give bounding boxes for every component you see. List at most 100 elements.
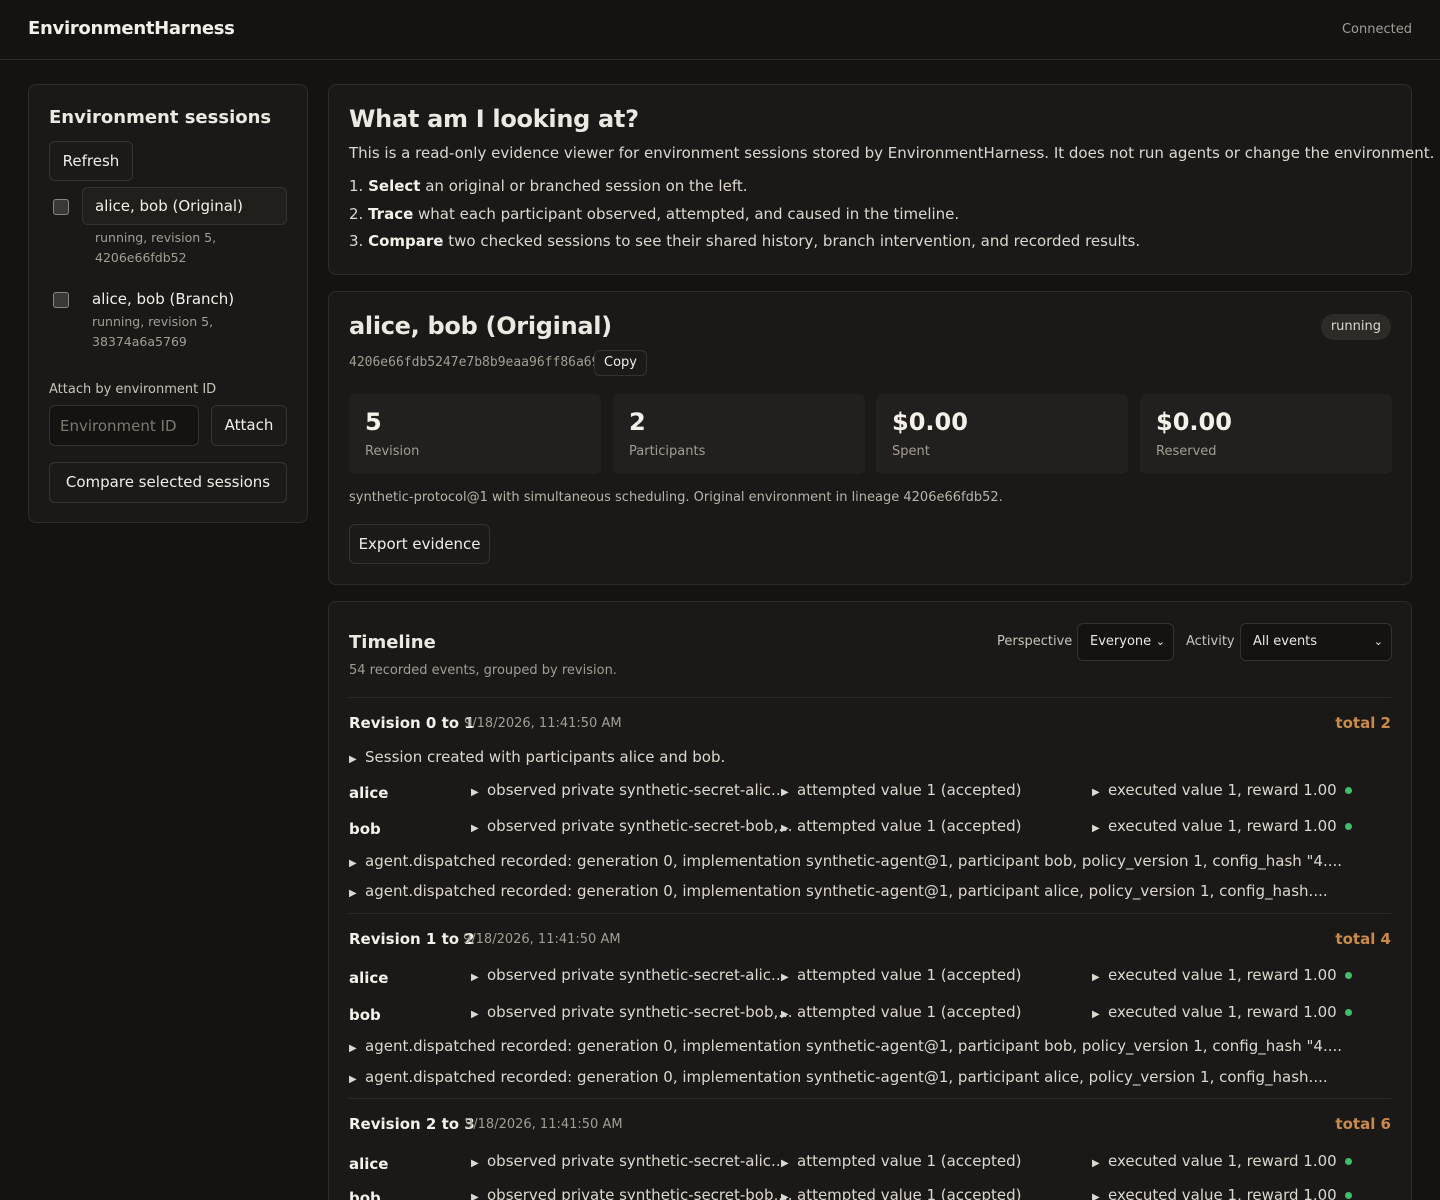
executed-event[interactable]: ▶ executed value 1, reward 1.00: [1092, 1003, 1352, 1021]
session-item-original[interactable]: alice, bob (Original) running, revision …: [82, 187, 287, 265]
attempted-event[interactable]: ▶ attempted value 1 (accepted): [781, 1003, 1022, 1021]
executed-event[interactable]: ▶ executed value 1, reward 1.00: [1092, 1152, 1352, 1170]
perspective-value: Everyone: [1090, 634, 1152, 649]
timeline-event[interactable]: ▶ agent.dispatched recorded: generation 0…: [349, 852, 1342, 870]
intro-steps: 1. Select an original or branched sessio…: [349, 175, 1140, 258]
stat-label: Participants: [629, 444, 706, 459]
participant-name: bob: [349, 820, 381, 838]
step-text: two checked sessions to see their shared…: [443, 232, 1141, 250]
executed-event[interactable]: ▶ executed value 1, reward 1.00: [1092, 817, 1352, 835]
disclosure-triangle-icon: ▶: [1092, 1009, 1100, 1020]
revision-group: Revision 2 to 3 9/18/2026, 11:41:50 AM t…: [349, 1098, 1391, 1200]
protocol-description: synthetic-protocol@1 with simultaneous s…: [349, 490, 1003, 505]
timeline-subtitle: 54 recorded events, grouped by revision.: [349, 663, 617, 678]
refresh-button[interactable]: Refresh: [49, 141, 133, 181]
event-text: observed private synthetic-secret-alic..…: [487, 966, 786, 984]
disclosure-triangle-icon: ▶: [781, 823, 789, 834]
session-checkbox-original[interactable]: [53, 199, 69, 215]
attempted-event[interactable]: ▶ attempted value 1 (accepted): [781, 1186, 1022, 1200]
intro-title: What am I looking at?: [349, 105, 639, 133]
event-text: Session created with participants alice …: [365, 748, 726, 766]
event-text: agent.dispatched recorded: generation 0,…: [365, 1037, 1343, 1055]
stat-reserved: $0.00 Reserved: [1140, 394, 1392, 474]
event-text: attempted value 1 (accepted): [797, 781, 1022, 799]
observed-event[interactable]: ▶ observed private synthetic-secret-bob,.…: [471, 1003, 793, 1021]
executed-event[interactable]: ▶ executed value 1, reward 1.00: [1092, 1186, 1352, 1200]
top-bar: EnvironmentHarness Connected: [0, 0, 1440, 60]
participant-name: alice: [349, 784, 389, 802]
stat-value: $0.00: [1156, 408, 1232, 436]
copy-button[interactable]: Copy: [594, 350, 647, 376]
participant-name: alice: [349, 969, 389, 987]
step-text: an original or branched session on the l…: [420, 177, 748, 195]
success-dot-icon: [1344, 1192, 1352, 1199]
disclosure-triangle-icon: ▶: [471, 1158, 479, 1169]
step-number: 1.: [349, 177, 364, 195]
session-item-branch[interactable]: alice, bob (Branch) running, revision 5,…: [82, 281, 287, 361]
timeline-event[interactable]: ▶ agent.dispatched recorded: generation 0…: [349, 1037, 1342, 1055]
step-number: 2.: [349, 204, 364, 223]
timeline-event[interactable]: ▶ agent.dispatched recorded: generation 0…: [349, 1068, 1328, 1086]
session-title: alice, bob (Original): [349, 312, 612, 340]
disclosure-triangle-icon: ▶: [471, 787, 479, 798]
event-text: executed value 1, reward 1.00: [1108, 781, 1337, 799]
disclosure-triangle-icon: ▶: [471, 823, 479, 834]
observed-event[interactable]: ▶ observed private synthetic-secret-alic.…: [471, 1152, 785, 1170]
attach-button[interactable]: Attach: [211, 405, 287, 446]
disclosure-triangle-icon: ▶: [349, 754, 357, 765]
disclosure-triangle-icon: ▶: [781, 787, 789, 798]
attempted-event[interactable]: ▶ attempted value 1 (accepted): [781, 966, 1022, 984]
session-meta: running, revision 5, 4206e66fdb52: [95, 228, 274, 268]
disclosure-triangle-icon: ▶: [781, 1158, 789, 1169]
event-text: executed value 1, reward 1.00: [1108, 1003, 1337, 1021]
stat-revision: 5 Revision: [349, 394, 601, 474]
event-text: executed value 1, reward 1.00: [1108, 966, 1337, 984]
disclosure-triangle-icon: ▶: [471, 1192, 479, 1200]
observed-event[interactable]: ▶ observed private synthetic-secret-alic.…: [471, 966, 785, 984]
timeline-title: Timeline: [349, 632, 436, 653]
attempted-event[interactable]: ▶ attempted value 1 (accepted): [781, 1152, 1022, 1170]
observed-event[interactable]: ▶ observed private synthetic-secret-alic.…: [471, 781, 785, 799]
disclosure-triangle-icon: ▶: [471, 1009, 479, 1020]
stat-label: Reserved: [1156, 444, 1217, 459]
chevron-down-icon: ⌄: [1155, 635, 1165, 648]
export-evidence-button[interactable]: Export evidence: [349, 524, 490, 564]
disclosure-triangle-icon: ▶: [1092, 1158, 1100, 1169]
session-checkbox-branch[interactable]: [53, 292, 69, 308]
step-keyword: Compare: [368, 232, 444, 250]
disclosure-triangle-icon: ▶: [1092, 972, 1100, 983]
app-brand: EnvironmentHarness: [28, 18, 235, 39]
connection-status: Connected: [1341, 22, 1412, 37]
timeline-event[interactable]: ▶ Session created with participants alice…: [349, 748, 725, 766]
executed-event[interactable]: ▶ executed value 1, reward 1.00: [1092, 966, 1352, 984]
compare-sessions-button[interactable]: Compare selected sessions: [49, 462, 287, 503]
perspective-select[interactable]: Everyone ⌄: [1077, 623, 1174, 661]
session-status: running, revision 5,: [92, 314, 214, 329]
attempted-event[interactable]: ▶ attempted value 1 (accepted): [781, 817, 1022, 835]
timeline-event[interactable]: ▶ agent.dispatched recorded: generation 0…: [349, 882, 1328, 900]
disclosure-triangle-icon: ▶: [1092, 1192, 1100, 1200]
revision-time: 9/18/2026, 11:41:50 AM: [465, 1117, 623, 1132]
disclosure-triangle-icon: ▶: [781, 1009, 789, 1020]
activity-select[interactable]: All events ⌄: [1240, 623, 1392, 661]
step-keyword: Select: [368, 177, 421, 195]
revision-time: 9/18/2026, 11:41:50 AM: [463, 932, 621, 947]
activity-label: Activity: [1186, 634, 1235, 649]
stat-value: 5: [365, 408, 382, 436]
event-text: executed value 1, reward 1.00: [1108, 817, 1337, 835]
attempted-event[interactable]: ▶ attempted value 1 (accepted): [781, 781, 1022, 799]
session-meta: running, revision 5, 38374a6a5769: [92, 312, 277, 352]
intro-panel: What am I looking at? This is a read-onl…: [328, 84, 1434, 275]
participant-name: bob: [349, 1189, 381, 1200]
observed-event[interactable]: ▶ observed private synthetic-secret-bob,.…: [471, 817, 793, 835]
observed-event[interactable]: ▶ observed private synthetic-secret-bob,.…: [471, 1186, 793, 1200]
revision-time: 9/18/2026, 11:41:50 AM: [464, 716, 622, 731]
event-text: agent.dispatched recorded: generation 0,…: [365, 1068, 1328, 1086]
session-id: 4206e66fdb52: [95, 250, 187, 265]
disclosure-triangle-icon: ▶: [471, 972, 479, 983]
event-text: observed private synthetic-secret-bob,..…: [487, 1003, 793, 1021]
disclosure-triangle-icon: ▶: [781, 1192, 789, 1200]
disclosure-triangle-icon: ▶: [349, 1074, 357, 1085]
executed-event[interactable]: ▶ executed value 1, reward 1.00: [1092, 781, 1352, 799]
environment-id-input[interactable]: [49, 405, 199, 446]
